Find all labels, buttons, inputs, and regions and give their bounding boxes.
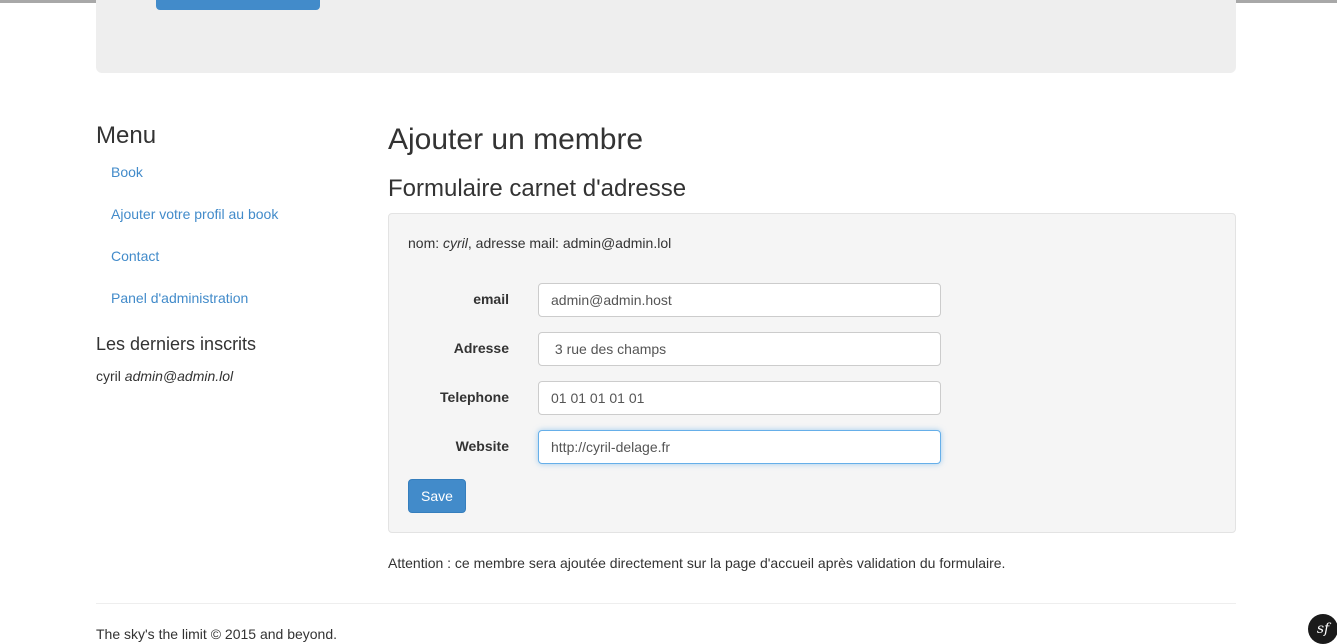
sidebar-link-book[interactable]: Book [111,164,143,180]
address-field[interactable] [538,332,941,366]
email-field[interactable] [538,283,941,317]
form-title: Formulaire carnet d'adresse [388,175,687,202]
main-content: Ajouter un membre Formulaire carnet d'ad… [388,120,1236,571]
sidebar-menu: Book Ajouter votre profil au book Contac… [96,162,366,330]
jumbotron-button[interactable] [156,0,320,10]
form-row-email: email [389,283,1237,317]
latest-member-name: cyril [96,368,121,384]
form-row-address: Adresse [389,332,1237,366]
website-label: Website [455,438,509,454]
sidebar-link-contact[interactable]: Contact [111,248,159,264]
footer-text: The sky's the limit © 2015 and beyond. [96,626,338,642]
symfony-icon[interactable]: sf [1308,614,1337,644]
sidebar-link-add-profile[interactable]: Ajouter votre profil au book [111,206,278,222]
sidebar-link-admin-panel[interactable]: Panel d'administration [111,290,248,306]
latest-member-email: admin@admin.lol [124,368,234,384]
info-email-prefix: , adresse mail: [467,235,563,251]
form-panel: nom: cyril, adresse mail: admin@admin.lo… [388,213,1236,533]
sidebar-item-book: Book [96,162,366,204]
form-row-telephone: Telephone [389,381,1237,415]
page-title: Ajouter un membre [388,123,644,156]
email-label: email [473,291,509,307]
footer-divider [96,603,1236,604]
info-email: admin@admin.lol [562,235,672,251]
member-info: nom: cyril, adresse mail: admin@admin.lo… [408,235,671,251]
telephone-field[interactable] [538,381,941,415]
sidebar-title: Menu [96,122,157,149]
form-row-website: Website [389,430,1237,464]
sidebar-item-contact: Contact [96,246,366,288]
sidebar-item-admin-panel: Panel d'administration [96,288,366,330]
latest-member-entry: cyril admin@admin.lol [96,368,233,384]
sidebar: Menu Book Ajouter votre profil au book C… [96,120,366,384]
address-label: Adresse [453,340,509,356]
save-button[interactable]: Save [408,479,466,513]
validation-note: Attention : ce membre sera ajoutée direc… [388,555,1006,571]
website-field[interactable] [538,430,941,464]
info-name: cyril [443,235,468,251]
jumbotron [96,0,1236,73]
sidebar-item-add-profile: Ajouter votre profil au book [96,204,366,246]
latest-members-title: Les derniers inscrits [96,334,257,354]
telephone-label: Telephone [440,389,509,405]
info-name-prefix: nom: [408,235,444,251]
